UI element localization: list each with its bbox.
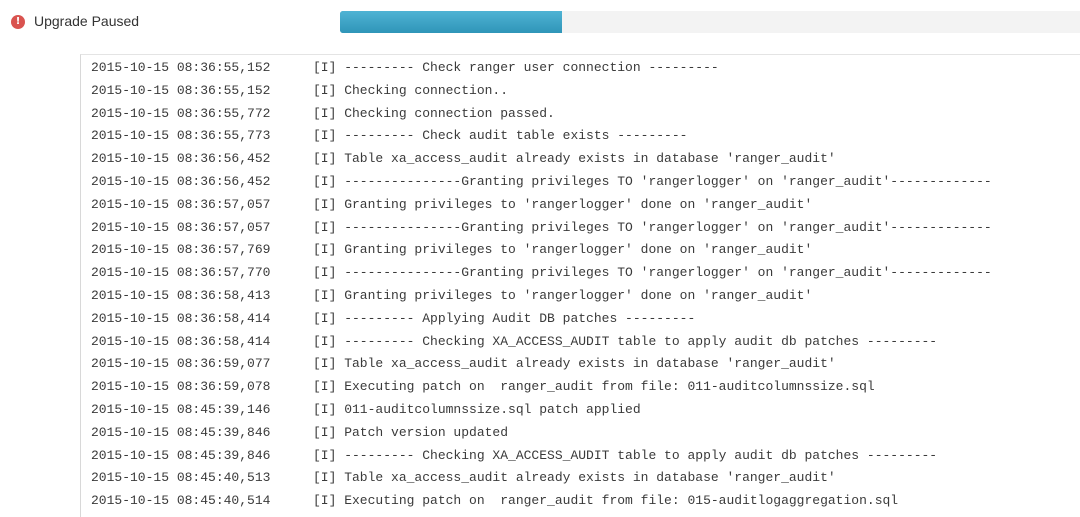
log-timestamp: 2015-10-15 08:36:55,773 <box>91 128 271 144</box>
log-lines: 2015-10-15 08:36:55,152 [I] --------- Che… <box>91 57 1080 513</box>
log-timestamp: 2015-10-15 08:36:55,152 <box>91 60 271 75</box>
log-timestamp: 2015-10-15 08:36:56,452 <box>91 151 271 167</box>
log-line: 2015-10-15 08:36:55,152 [I] --------- Che… <box>91 57 1080 80</box>
log-timestamp: 2015-10-15 08:45:40,514 <box>91 493 271 509</box>
log-line: 2015-10-15 08:36:55,772 [I] Checking conn… <box>91 103 1080 126</box>
log-timestamp: 2015-10-15 08:36:59,078 <box>91 379 271 395</box>
log-timestamp: 2015-10-15 08:36:59,077 <box>91 356 271 372</box>
log-message: [I] Granting privileges to 'rangerlogger… <box>313 242 813 258</box>
log-timestamp: 2015-10-15 08:45:40,513 <box>91 470 271 486</box>
log-line: 2015-10-15 08:36:57,769 [I] Granting priv… <box>91 239 1080 262</box>
log-timestamp: 2015-10-15 08:36:57,057 <box>91 196 271 212</box>
upgrade-status-label: Upgrade Paused <box>34 13 140 29</box>
log-message: [I] --------- Checking XA_ACCESS_AUDIT t… <box>313 447 938 463</box>
log-timestamp: 2015-10-15 08:36:57,770 <box>91 265 271 281</box>
log-message: [I] Checking connection.. <box>313 82 509 98</box>
log-message: [I] Patch version updated <box>313 424 509 440</box>
log-line: 2015-10-15 08:36:56,452 [I] -------------… <box>91 171 1080 194</box>
log-message: [I] ---------------Granting privileges T… <box>313 173 992 189</box>
log-message: [I] Table xa_access_audit already exists… <box>313 356 836 372</box>
log-message: [I] --------- Applying Audit DB patches … <box>313 310 696 326</box>
log-timestamp: 2015-10-15 08:36:55,772 <box>91 105 271 121</box>
log-line: 2015-10-15 08:36:57,770 [I] -------------… <box>91 262 1080 285</box>
log-message: [I] --------- Check ranger user connecti… <box>313 60 719 75</box>
log-line: 2015-10-15 08:36:55,773 [I] --------- Che… <box>91 125 1080 148</box>
upgrade-header: ! Upgrade Paused <box>0 0 1080 46</box>
log-timestamp: 2015-10-15 08:36:57,769 <box>91 242 271 258</box>
log-line: 2015-10-15 08:36:58,414 [I] --------- Che… <box>91 331 1080 354</box>
log-message: [I] Executing patch on ranger_audit from… <box>313 379 875 395</box>
log-line: 2015-10-15 08:36:57,057 [I] Granting priv… <box>91 194 1080 217</box>
log-message: [I] ---------------Granting privileges T… <box>313 265 992 281</box>
log-timestamp: 2015-10-15 08:45:39,846 <box>91 424 271 440</box>
log-line: 2015-10-15 08:45:40,513 [I] Table xa_acce… <box>91 467 1080 490</box>
upgrade-progress-bar <box>340 11 1080 33</box>
log-message: [I] 011-auditcolumnssize.sql patch appli… <box>313 401 641 417</box>
log-message: [I] Executing patch on ranger_audit from… <box>313 493 899 509</box>
log-timestamp: 2015-10-15 08:36:56,452 <box>91 173 271 189</box>
log-timestamp: 2015-10-15 08:45:39,146 <box>91 401 271 417</box>
log-line: 2015-10-15 08:36:58,413 [I] Granting priv… <box>91 285 1080 308</box>
log-message: [I] ---------------Granting privileges T… <box>313 219 992 235</box>
upgrade-log-panel[interactable]: 2015-10-15 08:36:55,152 [I] --------- Che… <box>80 54 1080 517</box>
log-line: 2015-10-15 08:36:56,452 [I] Table xa_acce… <box>91 148 1080 171</box>
exclamation-circle-icon: ! <box>11 15 25 29</box>
log-message: [I] Table xa_access_audit already exists… <box>313 151 836 167</box>
log-message: [I] Checking connection passed. <box>313 105 555 121</box>
log-message: [I] Granting privileges to 'rangerlogger… <box>313 196 813 212</box>
log-message: [I] --------- Checking XA_ACCESS_AUDIT t… <box>313 333 938 349</box>
log-message: [I] --------- Check audit table exists -… <box>313 128 688 144</box>
log-timestamp: 2015-10-15 08:45:39,846 <box>91 447 271 463</box>
log-line: 2015-10-15 08:36:59,077 [I] Table xa_acce… <box>91 353 1080 376</box>
log-line: 2015-10-15 08:45:40,514 [I] Executing pat… <box>91 490 1080 513</box>
log-timestamp: 2015-10-15 08:36:57,057 <box>91 219 271 235</box>
log-line: 2015-10-15 08:36:58,414 [I] --------- App… <box>91 308 1080 331</box>
upgrade-progress-fill <box>340 11 562 33</box>
log-line: 2015-10-15 08:45:39,146 [I] 011-auditcolu… <box>91 399 1080 422</box>
log-line: 2015-10-15 08:36:55,152 [I] Checking conn… <box>91 80 1080 103</box>
log-timestamp: 2015-10-15 08:36:58,413 <box>91 287 271 303</box>
log-timestamp: 2015-10-15 08:36:58,414 <box>91 310 271 326</box>
log-timestamp: 2015-10-15 08:36:58,414 <box>91 333 271 349</box>
log-line: 2015-10-15 08:36:57,057 [I] -------------… <box>91 217 1080 240</box>
log-line: 2015-10-15 08:45:39,846 [I] --------- Che… <box>91 445 1080 468</box>
log-timestamp: 2015-10-15 08:36:55,152 <box>91 82 271 98</box>
log-line: 2015-10-15 08:45:39,846 [I] Patch version… <box>91 422 1080 445</box>
log-message: [I] Granting privileges to 'rangerlogger… <box>313 287 813 303</box>
log-line: 2015-10-15 08:36:59,078 [I] Executing pat… <box>91 376 1080 399</box>
log-message: [I] Table xa_access_audit already exists… <box>313 470 836 486</box>
